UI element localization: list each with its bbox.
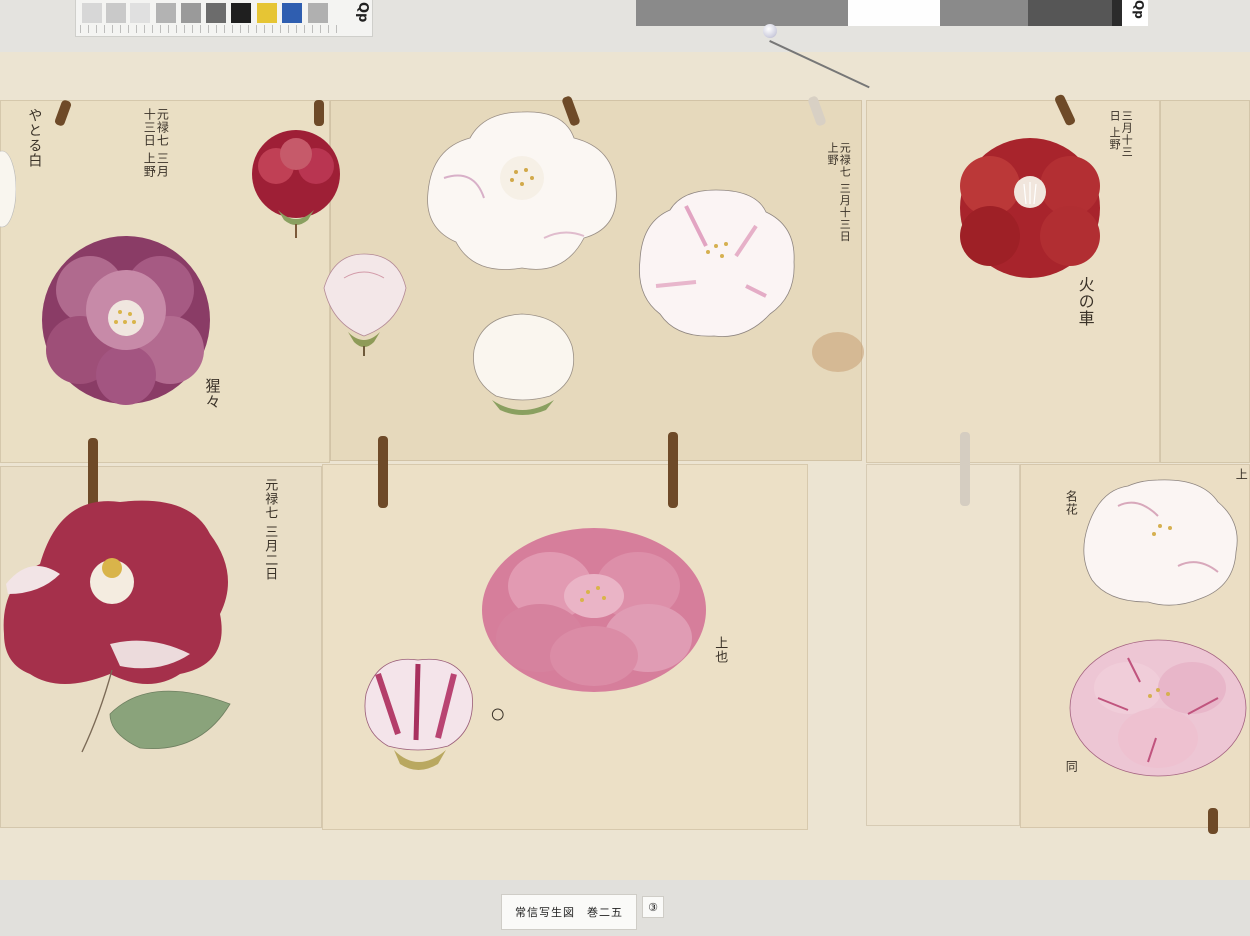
inscription-bottom-middle-mark: 〇 — [488, 708, 504, 722]
mount-tab — [960, 432, 970, 506]
white-camellia-bud — [473, 313, 575, 415]
crimson-camellia-hinokuruma — [960, 138, 1100, 278]
gray-scale-card: Qp — [636, 0, 1148, 26]
swatch — [106, 3, 126, 23]
crimson-camellia-small — [252, 130, 340, 238]
gray-block — [848, 0, 940, 26]
mount-tab — [378, 436, 388, 508]
mount-tab — [668, 432, 678, 508]
swatch — [231, 3, 251, 23]
striped-camellia-bud — [364, 658, 473, 770]
color-checker-card: Qp — [76, 0, 372, 36]
pink-camellia-large — [482, 528, 706, 692]
white-camellia-partial — [0, 150, 16, 228]
gray-block — [636, 0, 848, 26]
white-pink-striped-camellia — [639, 189, 795, 337]
white-camellia-large — [427, 111, 617, 270]
gray-block — [1028, 0, 1112, 26]
inscription-top-left-date: 元禄七 三月十三日 上野 — [142, 108, 170, 178]
checker-label: Qp — [355, 2, 370, 23]
inscription-flower-name-hinokuruma: 火の車 — [1075, 276, 1095, 327]
swatch — [156, 3, 176, 23]
swatch — [282, 3, 302, 23]
pale-pink-bud — [323, 253, 407, 356]
inscription-top-left-name: やとる白 — [26, 108, 43, 168]
inscription-bottom-right-mark: 同 — [1064, 760, 1079, 773]
inscription-top-middle-date: 元禄七 三月十三日 上野 — [826, 142, 852, 243]
inscription-bottom-middle-note: 上也 — [712, 636, 728, 664]
inscription-top-right-date: 三月十三日 上野 — [1108, 110, 1134, 158]
magenta-camellia — [42, 236, 210, 405]
gray-card-label: Qp — [1132, 0, 1146, 19]
water-stain — [812, 332, 864, 372]
swatch — [308, 3, 328, 23]
gray-block — [940, 0, 1028, 26]
inscription-bottom-right-edge: 上 — [1234, 468, 1249, 481]
caption-label: 常信写生図 巻二五 — [502, 895, 636, 929]
swatch — [206, 3, 226, 23]
sheet-top-right-edge — [1160, 100, 1250, 463]
pink-striped-camellia-bottom-right — [1069, 639, 1247, 777]
gray-block — [1112, 0, 1122, 26]
sheet-bottom-mid-blank — [866, 464, 1020, 826]
swatch — [181, 3, 201, 23]
swatch — [82, 3, 102, 23]
swatch — [130, 3, 150, 23]
mount-tab — [1208, 808, 1218, 834]
ruler-scale — [80, 25, 344, 33]
mount-tab — [314, 100, 324, 126]
inscription-bottom-right-note: 名花 — [1064, 490, 1079, 516]
inscription-flower-name-shojo: 猩々 — [203, 378, 222, 410]
white-pink-camellia-bottom-right — [1083, 479, 1238, 606]
swatch — [257, 3, 277, 23]
red-camellia-with-leaf — [3, 500, 231, 753]
pin-head — [763, 24, 777, 38]
page-number-label: ③ — [643, 897, 663, 917]
inscription-bottom-left-date: 元禄七 三月二日 — [262, 478, 278, 582]
